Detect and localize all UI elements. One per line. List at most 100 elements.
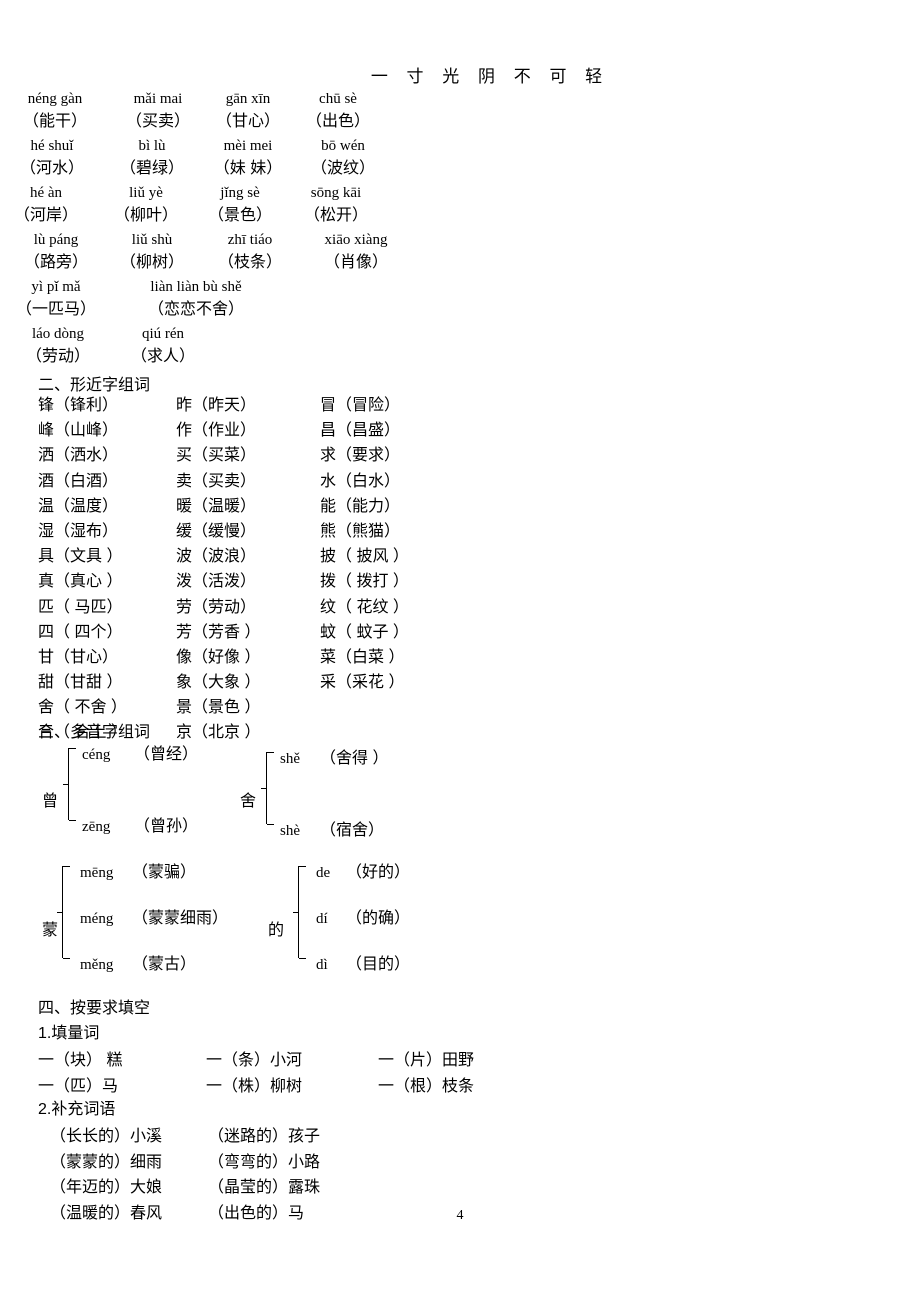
polyphonic-character: 曾 — [42, 793, 59, 810]
pinyin-row: yì pǐ mǎ （一匹马） liàn liàn bù shě （恋恋不舍） — [0, 276, 560, 323]
xingjin-entry: 作（作业） — [176, 422, 257, 440]
subsection-heading-measure: 1.填量词 — [38, 1025, 100, 1042]
page-number: 4 — [456, 1208, 464, 1223]
polyphonic-character: 的 — [268, 922, 285, 939]
xingjin-entry: 缓（缓慢） — [176, 522, 257, 540]
xingjin-entry: 湿（湿布） — [38, 522, 119, 540]
modifier-word-entry: （蒙蒙的）细雨 — [50, 1153, 163, 1171]
section-heading-four: 四、按要求填空 — [38, 1000, 151, 1017]
xingjin-entry: 甜（甘甜 ） — [38, 674, 123, 692]
pinyin-text: sōng kāi — [310, 185, 362, 201]
chinese-word-text: （柳叶） — [113, 207, 179, 224]
xingjin-entry: 四（ 四个） — [38, 623, 123, 641]
worksheet-page: 一 寸 光 阴 不 可 轻 néng gàn （能干） mǎi mai （买卖） gān… — [0, 0, 920, 1302]
pinyin-word-cell: gān xīn （甘心） — [216, 88, 280, 134]
pinyin-word-cell: liàn liàn bù shě （恋恋不舍） — [148, 276, 244, 322]
pinyin-text: liàn liàn bù shě — [150, 279, 242, 295]
reading-word: （蒙骗） — [132, 864, 197, 881]
modifier-word-row: （蒙蒙的）细雨 （弯弯的）小路 — [38, 1148, 320, 1174]
xingjin-entry: 象（大象 ） — [176, 674, 261, 692]
measure-word-entry: 一（匹）马 — [38, 1077, 119, 1095]
pinyin-word-cell: hé àn （河岸） — [14, 182, 78, 228]
reading-pinyin: méng — [80, 911, 114, 927]
pinyin-text: mèi mei — [223, 138, 273, 154]
xingjin-entry: 昌（昌盛） — [320, 422, 401, 440]
xingjin-entry: 熊（熊猫） — [320, 522, 401, 540]
pinyin-word-cell: mèi mei （妹 妹） — [214, 135, 282, 181]
xingjin-entry: 泼（活泼） — [176, 573, 257, 591]
measure-word-entry: 一（片）田野 — [378, 1052, 475, 1069]
pinyin-word-cell: láo dòng （劳动） — [26, 323, 90, 369]
modifier-word-entry: （弯弯的）小路 — [208, 1153, 321, 1171]
section-four-container: 四、按要求填空 1.填量词 一（块） 糕 一（条）小河 一（片）田野一（匹）马 一（株… — [38, 996, 474, 1224]
polyphonic-reading: céng （曾经） — [82, 740, 198, 764]
measure-word-entry: 一（株）柳树 — [206, 1077, 303, 1095]
bracket-tick-middle — [293, 912, 299, 913]
modifier-word-row: （年迈的）大娘 （晶莹的）露珠 — [38, 1173, 320, 1199]
pinyin-text: lù páng — [33, 232, 79, 248]
xingjin-entry: 劳（劳动） — [176, 598, 257, 616]
reading-pinyin: zēng — [82, 819, 111, 835]
polyphonic-reading: dì （目的） — [316, 950, 410, 974]
xingjin-entry: 纹（ 花纹 ） — [320, 598, 409, 616]
measure-word-entry: 一（块） 糕 — [38, 1052, 123, 1069]
xingjin-entry: 卖（买卖） — [176, 472, 257, 490]
bracket-tick-top — [63, 866, 70, 867]
reading-word: （蒙古） — [132, 956, 197, 973]
pinyin-word-cell: jǐng sè （景色） — [208, 182, 272, 228]
subsection-heading-modifier: 2.补充词语 — [38, 1101, 116, 1118]
polyphonic-reading: mēng （蒙骗） — [80, 858, 196, 882]
chinese-word-text: （求人） — [130, 348, 196, 365]
reading-pinyin: mēng — [80, 865, 114, 881]
bracket-tick-middle — [57, 912, 63, 913]
pinyin-word-cell: zhī tiáo （枝条） — [218, 229, 282, 275]
chinese-word-text: （河水） — [19, 160, 85, 177]
xingjin-entry: 洒（洒水） — [38, 447, 119, 465]
reading-word: （曾孙） — [134, 818, 199, 835]
reading-word: （目的） — [346, 956, 411, 973]
pinyin-row: hé shuǐ （河水） bì lù （碧绿） mèi mei （妹 妹） bō wén （波… — [0, 135, 560, 182]
chinese-word-text: （能干） — [22, 113, 88, 130]
pinyin-text: gān xīn — [225, 91, 271, 107]
chinese-word-text: （肖像） — [323, 254, 389, 271]
xingjin-entry: 采（采花 ） — [320, 674, 405, 692]
xingjin-entry: 菜（白菜 ） — [320, 648, 405, 666]
chinese-word-text: （一匹马） — [15, 301, 97, 318]
chinese-word-text: （河岸） — [13, 207, 79, 224]
xingjin-entry: 京（北京 ） — [176, 724, 261, 742]
reading-pinyin: měng — [80, 957, 114, 973]
bracket-tick-middle — [63, 784, 69, 785]
pinyin-word-cell: hé shuǐ （河水） — [20, 135, 84, 181]
xingjin-entry: 买（买菜） — [176, 447, 257, 465]
polyphonic-reading: měng （蒙古） — [80, 950, 196, 974]
reading-word: （的确） — [346, 910, 411, 927]
xingjin-entry: 能（能力） — [320, 497, 401, 515]
pinyin-row: láo dòng （劳动） qiú rén （求人） — [0, 323, 560, 370]
chinese-word-text: （甘心） — [215, 113, 281, 130]
pinyin-word-cell: xiāo xiàng （肖像） — [324, 229, 388, 275]
pinyin-row: hé àn （河岸） liǔ yè （柳叶） jǐng sè （景色） sōng kāi （松… — [0, 182, 560, 229]
reading-word: （曾经） — [134, 746, 199, 763]
polyphonic-reading: méng （蒙蒙细雨） — [80, 904, 228, 928]
bracket-tick-top — [267, 752, 274, 753]
chinese-word-text: （波纹） — [310, 160, 376, 177]
measure-word-row: 一（匹）马 一（株）柳树 一（根）枝条 — [38, 1072, 474, 1098]
xingjin-entry: 暖（温暖） — [176, 497, 257, 515]
reading-word: （宿舍） — [320, 822, 385, 839]
bracket-tick-bottom — [63, 958, 70, 959]
modifier-word-entry: （晶莹的）露珠 — [208, 1179, 321, 1196]
chinese-word-text: （劳动） — [25, 348, 91, 365]
pinyin-text: chū sè — [319, 91, 357, 107]
modifier-word-row: （长长的）小溪 （迷路的）孩子 — [38, 1122, 320, 1148]
measure-word-entry: 一（条）小河 — [206, 1052, 303, 1069]
xingjin-entry: 昨（昨天） — [176, 397, 257, 414]
chinese-word-text: （松开） — [303, 207, 369, 224]
pinyin-text: láo dòng — [31, 326, 85, 342]
pinyin-row: lù páng （路旁） liǔ shù （柳树） zhī tiáo （枝条） xiāo x… — [0, 229, 560, 276]
measure-word-row: 一（块） 糕 一（条）小河 一（片）田野 — [38, 1046, 474, 1072]
xingjin-entry: 真（真心 ） — [38, 573, 123, 591]
reading-word: （好的） — [346, 864, 411, 881]
reading-pinyin: céng — [82, 747, 111, 763]
pinyin-word-cell: mǎi mai （买卖） — [126, 88, 190, 134]
bracket-tick-top — [69, 748, 76, 749]
